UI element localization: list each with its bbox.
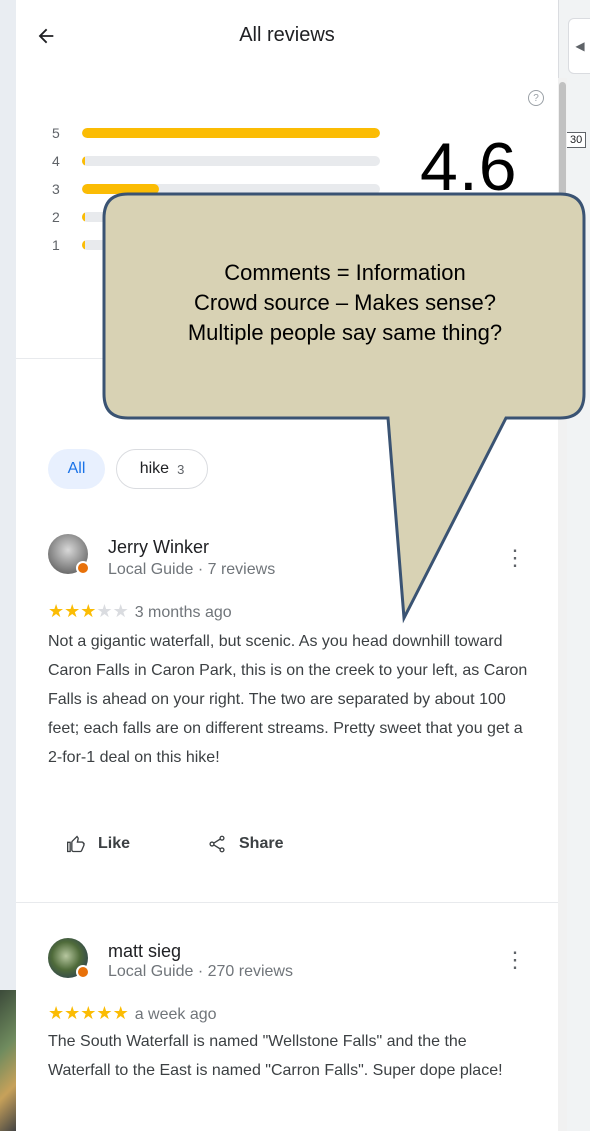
local-guide-badge-icon (76, 965, 90, 979)
chip-count: 3 (177, 461, 185, 477)
collapse-panel-button[interactable]: ◀ (568, 18, 590, 74)
like-button[interactable]: Like (66, 829, 130, 859)
chip-hike[interactable]: hike 3 (116, 449, 208, 489)
chip-label: hike (139, 460, 170, 477)
star-rating: ★★★★★ a week ago (48, 1003, 217, 1024)
reviewer-name[interactable]: Jerry Winker (108, 537, 209, 558)
star-icon: ★ (48, 1003, 65, 1023)
section-divider (16, 358, 558, 359)
rating-bar-fill (82, 128, 380, 138)
star-icon: ★ (112, 601, 129, 621)
more-options-button[interactable]: ⋮ (503, 947, 527, 972)
rating-row-label: 5 (52, 125, 60, 141)
average-rating: 4.6 (420, 129, 518, 205)
rating-bar (82, 212, 380, 222)
page-title: All reviews (239, 24, 335, 46)
review-text: The South Waterfall is named "Wellstone … (48, 1033, 503, 1079)
star-icon: ★ (64, 601, 81, 621)
star-icon: ★ (48, 601, 65, 621)
star-rating: ★★★★★ 3 months ago (48, 601, 232, 622)
star-icon: ★ (96, 601, 113, 621)
rating-row-5: 5 (52, 125, 380, 141)
chevron-left-icon: ◀ (575, 39, 585, 53)
rating-bar-fill (82, 212, 85, 222)
reviewer-meta[interactable]: Local Guide · 270 reviews (108, 963, 293, 981)
rating-bar-fill (82, 184, 160, 194)
rating-row-1: 1 (52, 237, 380, 253)
star-icon: ★ (80, 1003, 97, 1023)
chip-label: All (67, 460, 86, 477)
rating-bar (82, 240, 380, 250)
more-options-button[interactable]: ⋮ (503, 545, 527, 570)
more-vert-icon: ⋮ (504, 545, 526, 570)
share-button[interactable]: Share (207, 829, 283, 859)
rating-row-4: 4 (52, 153, 380, 169)
review-time: a week ago (134, 1006, 217, 1023)
map-route-label: 30 (566, 132, 587, 148)
reviewer-name[interactable]: matt sieg (108, 941, 181, 962)
review-divider (16, 902, 558, 903)
rating-row-3: 3 (52, 181, 380, 197)
review-text: Not a gigantic waterfall, but scenic. As… (48, 633, 528, 766)
rating-row-label: 1 (52, 237, 60, 253)
like-label: Like (98, 835, 131, 852)
thumb-up-icon (67, 835, 85, 853)
more-vert-icon: ⋮ (504, 947, 526, 972)
rating-row-label: 2 (52, 209, 60, 225)
star-icon: ★ (80, 601, 97, 621)
callout-line: Multiple people say same thing? (187, 320, 503, 345)
share-label: Share (239, 835, 284, 852)
star-icon: ★ (96, 1003, 113, 1023)
rating-bar (82, 156, 380, 166)
callout-line: Comments = Information (224, 260, 466, 285)
rating-bar-fill (82, 156, 85, 166)
rating-bar (82, 128, 380, 138)
star-icon: ★ (112, 1003, 129, 1023)
callout-line: Crowd source – Makes sense? (193, 290, 497, 315)
rating-row-label: 3 (52, 181, 60, 197)
rating-bar (82, 184, 380, 194)
share-icon (209, 835, 225, 853)
reviewer-meta[interactable]: Local Guide · 7 reviews (108, 561, 275, 579)
map-photo-strip (0, 990, 16, 1131)
scrollbar-thumb[interactable] (559, 82, 566, 198)
rating-bar-fill (82, 240, 85, 250)
help-icon[interactable]: ? (528, 90, 544, 106)
review-time: 3 months ago (134, 604, 232, 621)
scrollbar-track[interactable] (558, 78, 567, 1131)
star-icon: ★ (64, 1003, 81, 1023)
rating-row-2: 2 (52, 209, 380, 225)
callout-text: Comments = Information Crowd source – Ma… (110, 258, 580, 348)
local-guide-badge-icon (76, 561, 90, 575)
chip-all[interactable]: All (48, 449, 105, 489)
rating-row-label: 4 (52, 153, 60, 169)
